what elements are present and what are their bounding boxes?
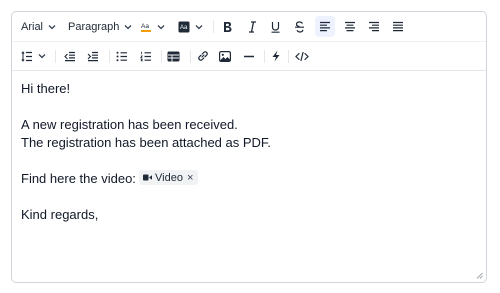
horizontal-rule-button[interactable] xyxy=(243,42,255,70)
remove-video-button[interactable]: × xyxy=(187,172,193,184)
video-chip-label: Video xyxy=(155,171,183,184)
italic-icon xyxy=(249,20,256,33)
toolbar-separator xyxy=(264,50,265,63)
chevron-down-icon xyxy=(38,54,46,59)
font-color-glyph: Aa xyxy=(141,23,149,30)
font-color-dropdown[interactable]: Aa xyxy=(140,12,165,41)
align-justify-icon xyxy=(393,21,403,32)
align-right-icon xyxy=(369,21,379,32)
align-right-button[interactable] xyxy=(368,12,380,41)
strikethrough-button[interactable] xyxy=(294,12,305,41)
align-center-button[interactable] xyxy=(344,12,356,41)
toolbar-row-1: Arial Paragraph Aa Aa xyxy=(12,12,486,42)
bullet-list-button[interactable] xyxy=(116,42,128,70)
align-left-icon xyxy=(320,21,330,32)
outdent-icon xyxy=(64,51,75,61)
rich-text-editor: Arial Paragraph Aa Aa Hi there! A new re… xyxy=(11,11,487,283)
toolbar-separator xyxy=(288,50,289,63)
bold-icon xyxy=(224,21,232,32)
horizontal-rule-icon xyxy=(244,55,254,57)
font-family-label: Arial xyxy=(21,20,44,33)
italic-button[interactable] xyxy=(247,12,258,41)
indent-icon xyxy=(87,51,98,61)
video-line: Find here the video: Video × xyxy=(21,170,221,189)
toolbar-separator xyxy=(55,50,56,63)
toolbar-separator xyxy=(213,20,214,33)
line-height-dropdown[interactable] xyxy=(21,42,46,70)
bullet-list-icon xyxy=(116,51,127,61)
numbered-list-icon xyxy=(140,51,151,61)
chevron-down-icon xyxy=(48,24,56,29)
link-icon xyxy=(198,51,208,61)
font-family-dropdown[interactable]: Arial xyxy=(21,12,56,41)
video-placeholder-chip[interactable]: Video × xyxy=(139,170,199,185)
insert-variable-button[interactable] xyxy=(271,42,281,70)
numbered-list-button[interactable] xyxy=(140,42,152,70)
underline-icon xyxy=(271,21,280,33)
align-justify-button[interactable] xyxy=(392,12,404,41)
insert-link-button[interactable] xyxy=(197,42,209,70)
video-line-text: Find here the video: xyxy=(21,171,136,186)
closing-line: Kind regards, xyxy=(21,207,99,222)
outdent-button[interactable] xyxy=(64,42,76,70)
chevron-down-icon xyxy=(124,24,132,29)
greeting-line: Hi there! xyxy=(21,81,71,96)
insert-table-button[interactable] xyxy=(167,42,180,70)
background-color-dropdown[interactable]: Aa xyxy=(178,12,203,41)
code-icon xyxy=(295,51,309,61)
indent-button[interactable] xyxy=(87,42,99,70)
table-icon xyxy=(167,51,180,61)
background-color-icon: Aa xyxy=(178,21,190,32)
underline-button[interactable] xyxy=(270,12,281,41)
source-code-button[interactable] xyxy=(295,42,309,70)
toolbar-separator xyxy=(161,50,162,63)
image-icon xyxy=(219,50,231,62)
block-format-label: Paragraph xyxy=(68,20,120,33)
line-height-icon xyxy=(21,50,32,62)
chevron-down-icon xyxy=(157,24,165,29)
toolbar-separator xyxy=(109,50,110,63)
align-left-button[interactable] xyxy=(319,12,331,41)
video-camera-icon xyxy=(143,174,152,181)
align-center-icon xyxy=(345,21,355,32)
insert-image-button[interactable] xyxy=(219,42,231,70)
background-color-glyph: Aa xyxy=(180,25,188,31)
toolbar-separator xyxy=(190,50,191,63)
block-format-dropdown[interactable]: Paragraph xyxy=(68,12,132,41)
resize-handle-icon[interactable] xyxy=(476,272,483,279)
font-color-icon: Aa xyxy=(141,23,151,32)
strikethrough-icon xyxy=(295,20,304,33)
chevron-down-icon xyxy=(195,24,203,29)
lightning-icon xyxy=(272,50,280,62)
registration-attached-line: The registration has been attached as PD… xyxy=(21,135,272,150)
toolbar-row-2 xyxy=(12,42,486,71)
registration-received-line: A new registration has been received. xyxy=(21,117,238,132)
bold-button[interactable] xyxy=(222,12,233,41)
